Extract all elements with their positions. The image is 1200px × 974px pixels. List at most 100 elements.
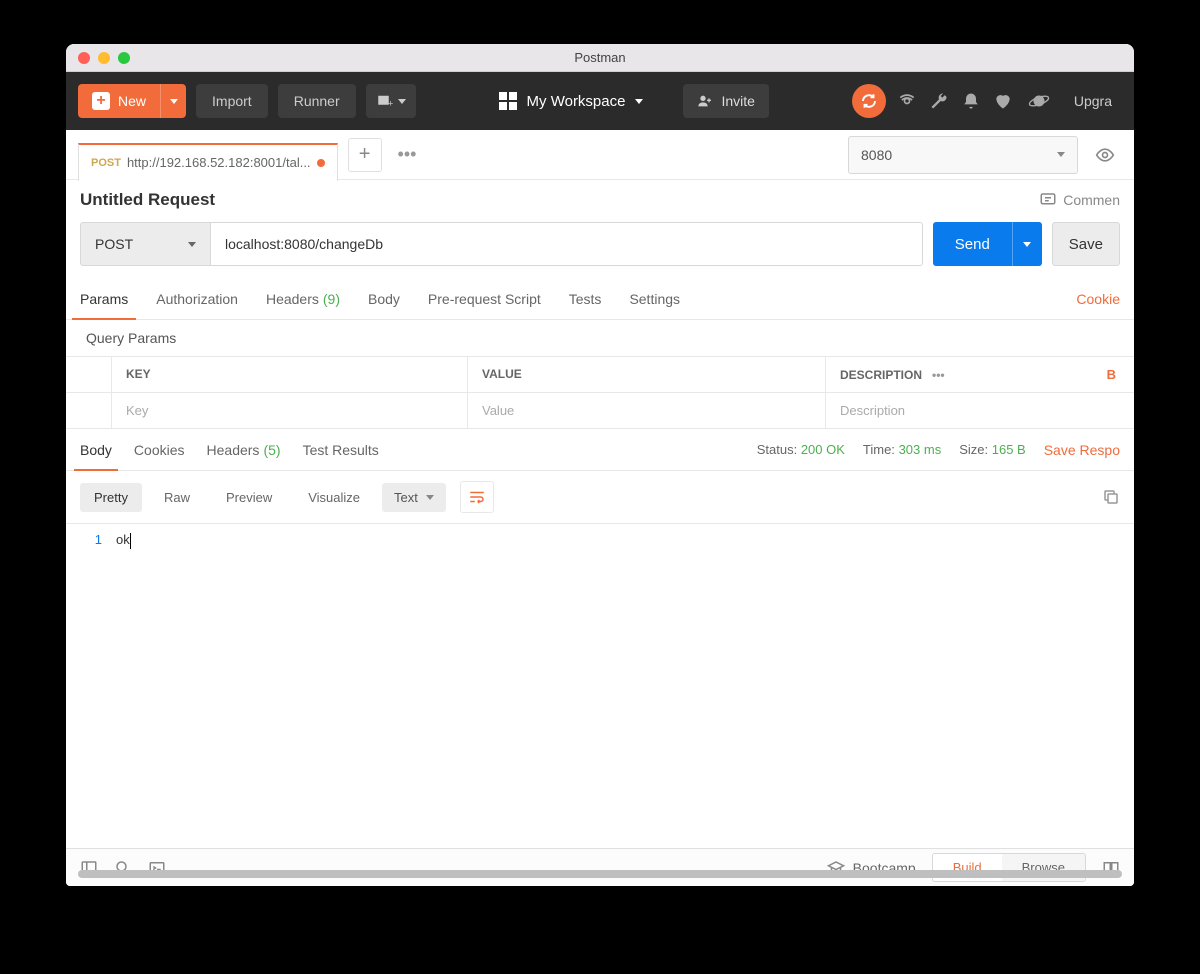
svg-text:+: + [388,98,393,108]
wrench-icon [929,91,949,111]
minimize-window-button[interactable] [98,52,110,64]
response-meta: Status: 200 OK Time: 303 ms Size: 165 B … [757,442,1120,458]
notifications-button[interactable] [960,90,982,112]
sync-icon [860,92,878,110]
traffic-lights [66,52,130,64]
planet-icon [1028,90,1050,112]
view-visualize[interactable]: Visualize [294,483,374,512]
copy-response-button[interactable] [1102,488,1120,506]
method-label: POST [95,236,133,252]
tab-prerequest[interactable]: Pre-request Script [428,278,541,319]
new-dropdown-button[interactable] [160,84,186,118]
response-status-value: 200 OK [801,442,845,457]
view-raw[interactable]: Raw [150,483,204,512]
request-tab[interactable]: POST http://192.168.52.182:8001/tal... [78,143,338,181]
close-window-button[interactable] [78,52,90,64]
statusbar: Bootcamp Build Browse [66,848,1134,886]
line-number: 1 [66,532,116,547]
tab-body[interactable]: Body [368,278,400,319]
tab-tests[interactable]: Tests [569,278,602,319]
request-tabs: Params Authorization Headers (9) Body Pr… [66,278,1134,320]
open-new-button[interactable]: + [366,84,416,118]
request-header: Untitled Request Commen [66,180,1134,216]
send-button-group: Send [933,222,1042,266]
wrap-lines-button[interactable] [460,481,494,513]
runner-button[interactable]: Runner [278,84,356,118]
tab-url-label: http://192.168.52.182:8001/tal... [127,155,311,170]
params-empty-row[interactable]: Key Value Description [66,393,1134,429]
environment-selector[interactable]: 8080 [848,136,1078,174]
favorites-button[interactable] [992,90,1014,112]
params-value-header: VALUE [468,357,826,392]
params-value-input[interactable]: Value [468,393,826,428]
query-params-table: KEY VALUE DESCRIPTION ••• B Key Value De… [66,356,1134,429]
response-tabs: Body Cookies Headers (5) Test Results St… [66,429,1134,471]
capture-button[interactable] [896,90,918,112]
horizontal-scrollbar[interactable] [78,870,1122,878]
window-title: Postman [66,50,1134,65]
params-key-header: KEY [112,357,468,392]
view-pretty[interactable]: Pretty [80,483,142,512]
sync-button[interactable] [852,84,886,118]
person-plus-icon [697,93,713,109]
send-button[interactable]: Send [933,236,1012,253]
settings-button[interactable] [928,90,950,112]
response-tab-headers[interactable]: Headers (5) [207,429,281,470]
response-tab-body[interactable]: Body [80,429,112,470]
response-body[interactable]: 1 ok [66,523,1134,848]
workspace-label: My Workspace [527,93,626,110]
text-cursor [130,533,131,549]
save-button[interactable]: Save [1052,222,1120,266]
tab-method-label: POST [91,157,121,169]
tab-authorization[interactable]: Authorization [156,278,238,319]
tab-headers[interactable]: Headers (9) [266,278,340,319]
response-tab-test-results[interactable]: Test Results [303,429,379,470]
environment-label: 8080 [861,147,892,163]
import-button[interactable]: Import [196,84,268,118]
request-title[interactable]: Untitled Request [80,190,215,210]
workspace-selector[interactable]: My Workspace [499,92,644,110]
response-format-selector[interactable]: Text [382,483,446,512]
save-response-button[interactable]: Save Respo [1044,442,1120,458]
new-button-group: + New [78,84,186,118]
tab-settings[interactable]: Settings [629,278,680,319]
bulk-edit-link[interactable]: B [1107,367,1120,382]
comment-icon [1039,191,1057,209]
cookies-link[interactable]: Cookie [1076,291,1120,307]
tab-dirty-indicator [317,159,325,167]
send-dropdown-button[interactable] [1012,222,1042,266]
query-params-label: Query Params [66,320,1134,356]
invite-button[interactable]: Invite [683,84,768,118]
invite-label: Invite [721,93,754,109]
grid-icon [499,92,517,110]
tab-bar: POST http://192.168.52.182:8001/tal... +… [66,130,1134,180]
tab-params[interactable]: Params [80,278,128,319]
upgrade-button[interactable]: Upgra [1064,93,1122,109]
response-tab-cookies[interactable]: Cookies [134,429,185,470]
add-tab-button[interactable]: + [348,138,382,172]
response-view-tabs: Pretty Raw Preview Visualize Text [66,471,1134,523]
method-selector[interactable]: POST [80,222,210,266]
view-preview[interactable]: Preview [212,483,286,512]
explore-button[interactable] [1024,86,1054,116]
params-key-input[interactable]: Key [112,393,468,428]
eye-icon [1095,145,1115,165]
url-input[interactable] [210,222,923,266]
tab-options-button[interactable]: ••• [392,144,423,165]
new-button[interactable]: + New [78,84,160,118]
comments-button[interactable]: Commen [1039,191,1120,209]
params-desc-input[interactable]: Description [826,393,1134,428]
code-line: 1 ok [66,532,1134,547]
maximize-window-button[interactable] [118,52,130,64]
main-toolbar: + New Import Runner + My Workspace Invit… [66,72,1134,130]
params-options-button[interactable]: ••• [922,368,955,382]
url-row: POST Send Save [66,216,1134,278]
copy-icon [1102,488,1120,506]
response-size-value: 165 B [992,442,1026,457]
params-checkbox-header [66,357,112,392]
environment-quicklook-button[interactable] [1088,136,1122,174]
plus-icon: + [92,92,110,110]
comments-label: Commen [1063,192,1120,208]
heart-icon [993,91,1013,111]
satellite-icon [897,91,917,111]
